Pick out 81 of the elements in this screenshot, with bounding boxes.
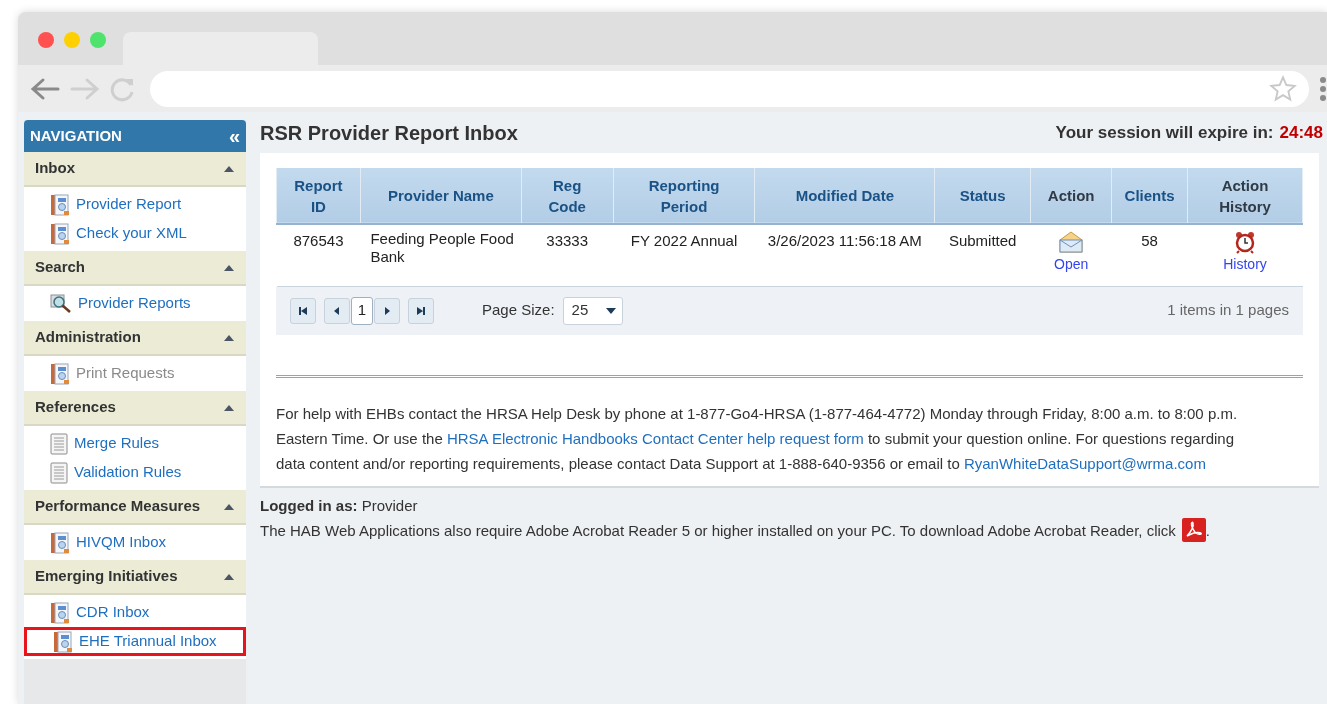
section-header[interactable]: References: [24, 391, 246, 426]
period-text: .: [1205, 520, 1210, 541]
table-cell-text: 3/26/2023 11:56:18 AM: [766, 231, 923, 251]
report-icon: [50, 362, 70, 385]
section-header[interactable]: Performance Measures: [24, 490, 246, 525]
column-header[interactable]: Reporting Period: [613, 168, 755, 224]
table-cell-text: 33333: [545, 231, 589, 251]
previous-page-button[interactable]: [324, 297, 350, 324]
section-title: References: [35, 397, 116, 418]
collapse-sidebar-button[interactable]: «: [228, 126, 240, 146]
report-icon: [50, 222, 70, 245]
column-header[interactable]: Action: [1030, 168, 1112, 224]
star-icon[interactable]: [1269, 74, 1297, 103]
navigation-title: NAVIGATION: [30, 125, 122, 146]
nav-link[interactable]: Validation Rules: [24, 458, 246, 487]
last-page-icon: [416, 305, 426, 316]
column-header[interactable]: Modified Date: [754, 168, 935, 224]
nav-link[interactable]: CDR Inbox: [24, 598, 246, 627]
collapse-caret-icon[interactable]: [224, 573, 234, 580]
first-page-icon: [298, 305, 308, 316]
document-icon: [50, 432, 68, 455]
collapse-caret-icon[interactable]: [224, 334, 234, 341]
collapse-caret-icon[interactable]: [224, 404, 234, 411]
back-arrow-icon[interactable]: [30, 76, 60, 101]
section-title: Inbox: [35, 158, 75, 179]
table-cell-text: Feeding People Food Bank: [369, 230, 515, 266]
next-page-button[interactable]: [374, 297, 400, 324]
column-header[interactable]: Report ID: [276, 168, 361, 224]
section-title: Emerging Initiatives: [35, 566, 178, 587]
logged-in-text: Logged in as: Provider: [260, 495, 419, 516]
table-cell-text: Submitted: [947, 231, 1018, 251]
table-cell-text: 58: [1140, 231, 1159, 251]
help-text: For help with EHBs contact the HRSA Help Desk by phone at 1-877-Go4-HRSA (1-877-464-4772) Monday through Friday, 8:00 a.m. to 8:00 p.m. Eastern Time. Or use the HRSA Electronic Handbooks Contact Center help request form to submit your question online. For questions regarding data content and/or reporting requirements, please contact Data Support at 1-888-640-9356 or email to RyanWhiteDataSupport@wrma.com: [276, 403, 1239, 474]
session-timer: 24:48: [1279, 122, 1323, 145]
report-icon: [50, 601, 70, 624]
collapse-caret-icon[interactable]: [224, 503, 234, 510]
session-label: Your session will expire in:: [1055, 122, 1274, 145]
last-page-button[interactable]: [408, 297, 434, 324]
nav-link[interactable]: EHE Triannual Inbox: [24, 627, 246, 656]
help-link[interactable]: RyanWhiteDataSupport@wrma.com: [963, 454, 1206, 472]
column-header[interactable]: Reg Code: [521, 168, 614, 224]
previous-page-icon: [332, 305, 342, 316]
section-header[interactable]: Emerging Initiatives: [24, 560, 246, 595]
envelope-icon: [1058, 230, 1085, 254]
section-header[interactable]: Inbox: [24, 152, 246, 187]
table-cell-text: FY 2022 Annual: [629, 231, 739, 251]
pdf-icon[interactable]: [1181, 518, 1206, 542]
nav-link[interactable]: Check your XML: [24, 219, 246, 248]
report-icon: [50, 193, 70, 216]
document-icon: [50, 461, 68, 484]
page-number-button[interactable]: 1: [351, 296, 373, 325]
section-title: Search: [35, 257, 86, 278]
acrobat-text: The HAB Web Applications also require Adobe Acrobat Reader 5 or higher installed on your PC. To download Adobe Acrobat Reader, click: [260, 520, 1176, 541]
section-header[interactable]: Search: [24, 251, 246, 286]
history-link[interactable]: History: [1187, 230, 1303, 275]
section-header[interactable]: Administration: [24, 321, 246, 356]
page-title: RSR Provider Report Inbox: [260, 121, 518, 146]
help-link[interactable]: HRSA Electronic Handbooks Contact Center help request form: [446, 429, 864, 447]
column-header[interactable]: Provider Name: [360, 168, 522, 224]
pager-summary: 1 items in 1 pages: [1167, 300, 1289, 321]
section-title: Administration: [35, 327, 141, 348]
nav-link[interactable]: Merge Rules: [24, 429, 246, 458]
dropdown-caret-icon: [605, 307, 616, 314]
nav-link[interactable]: Provider Report: [24, 190, 246, 219]
collapse-caret-icon[interactable]: [224, 264, 234, 271]
menu-icon[interactable]: [1319, 75, 1327, 102]
column-header[interactable]: Clients: [1111, 168, 1188, 224]
next-page-icon: [382, 305, 392, 316]
alarm-clock-icon: [1233, 230, 1257, 254]
collapse-caret-icon[interactable]: [224, 165, 234, 172]
report-icon: [50, 531, 70, 554]
report-icon: [53, 630, 73, 653]
column-header[interactable]: Action History: [1187, 168, 1303, 224]
page-size-select[interactable]: 25: [562, 296, 623, 325]
magnifier-icon: [50, 293, 72, 314]
column-header[interactable]: Status: [934, 168, 1031, 224]
open-link[interactable]: Open: [1030, 230, 1112, 275]
section-title: Performance Measures: [35, 496, 201, 517]
page-size-label: Page Size:: [482, 300, 555, 321]
table-cell-text: 876543: [292, 231, 345, 251]
first-page-button[interactable]: [290, 297, 316, 324]
